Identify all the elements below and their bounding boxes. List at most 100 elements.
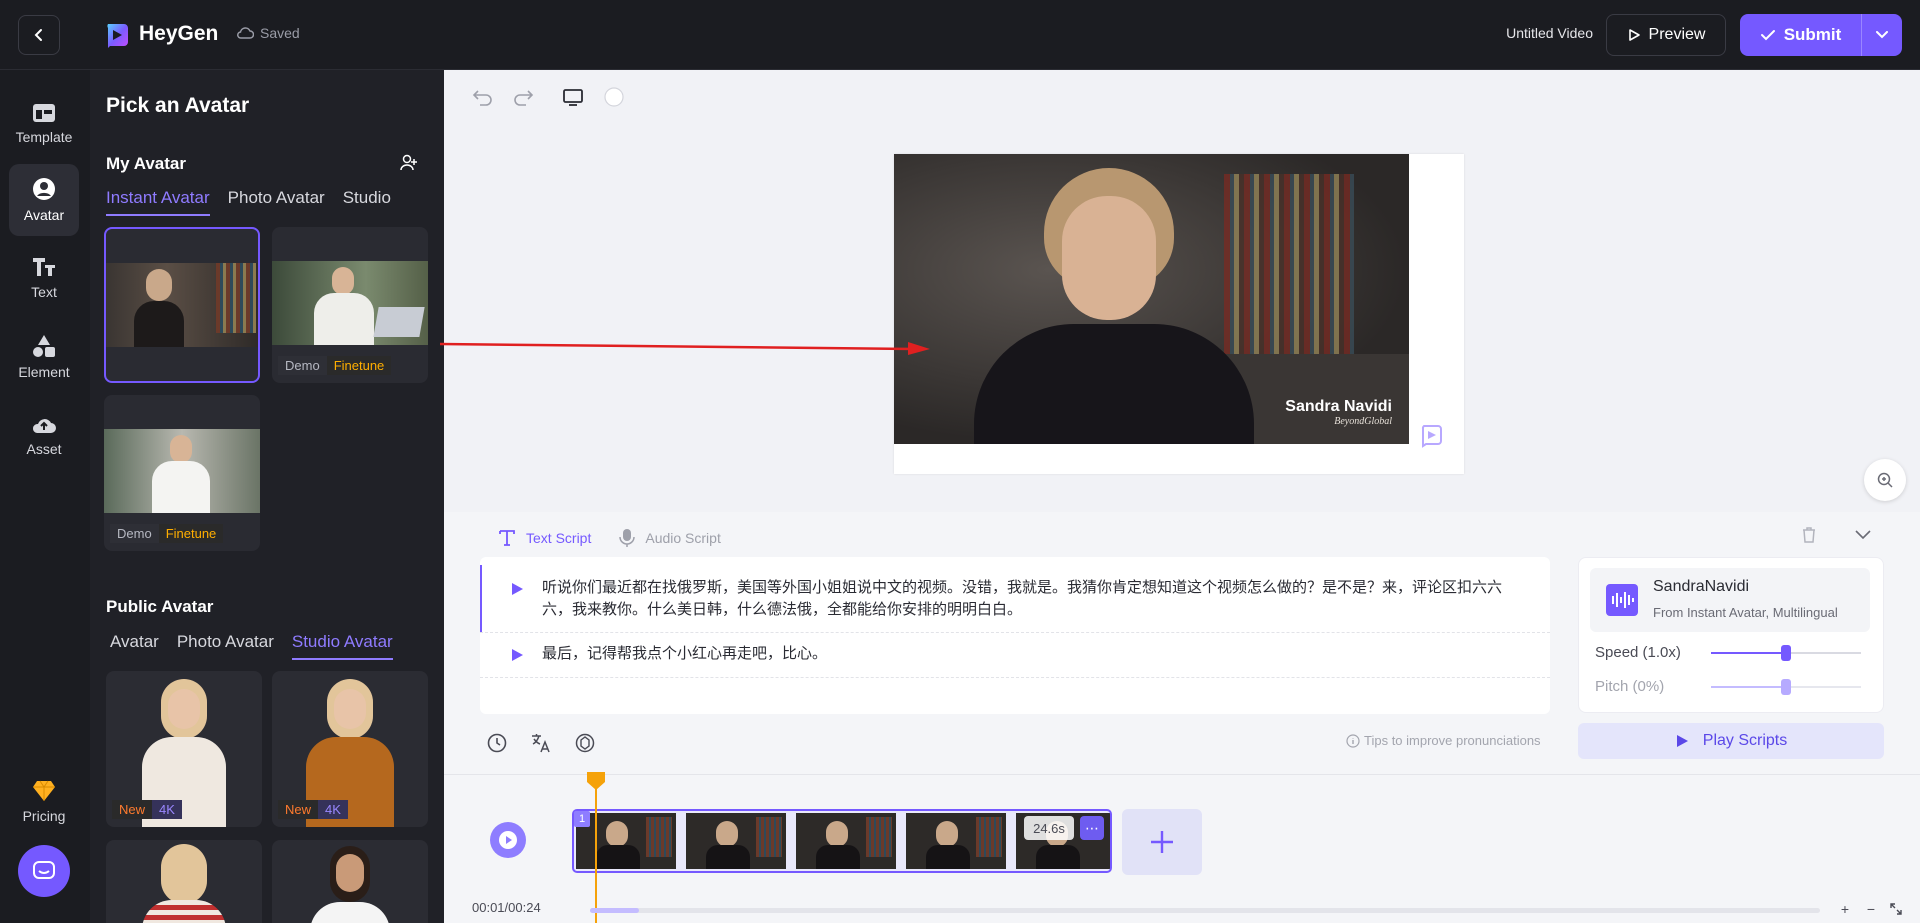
demo-tag: Demo [278, 356, 327, 375]
new-tag: New [278, 800, 319, 819]
video-title[interactable]: Untitled Video [1480, 25, 1593, 41]
avatar-thumbnail [272, 261, 428, 345]
timeline-zoom-out-button[interactable]: − [1864, 901, 1878, 917]
submit-label: Submit [1783, 25, 1842, 44]
finetune-tag: Finetune [158, 524, 224, 543]
public-avatar-card-1[interactable]: New 4K [106, 671, 262, 827]
submit-dropdown-button[interactable] [1862, 14, 1902, 56]
submit-button-group: Submit [1740, 14, 1902, 56]
aspect-ratio-icon[interactable] [562, 86, 584, 108]
script-line[interactable]: 听说你们最近都在找俄罗斯，美国等外国小姐姐说中文的视频。没错，我就是。我猜你肯定… [480, 577, 1550, 621]
text-icon [33, 258, 55, 276]
fit-icon[interactable] [1890, 903, 1902, 915]
trash-icon[interactable] [1801, 526, 1817, 544]
pitch-knob[interactable] [1781, 679, 1791, 695]
play-icon [1676, 735, 1688, 747]
rail-item-template[interactable]: Template [9, 88, 79, 160]
rail-label: Avatar [23, 207, 65, 223]
public-avatar-card-4[interactable] [272, 840, 428, 923]
redo-icon[interactable] [512, 86, 534, 108]
scene-more-button[interactable]: ⋯ [1080, 816, 1104, 840]
tab-audio-script[interactable]: Audio Script [609, 520, 730, 556]
translate-icon[interactable] [530, 732, 552, 754]
submit-button[interactable]: Submit [1740, 14, 1861, 56]
heygen-logo [107, 24, 128, 48]
rail-item-avatar[interactable]: Avatar [9, 164, 79, 236]
speed-knob[interactable] [1781, 645, 1791, 661]
timecode: 00:01/00:24 [472, 900, 541, 915]
clock-icon[interactable] [486, 732, 508, 754]
play-line-icon[interactable] [510, 648, 524, 662]
pronunciation-tips[interactable]: Tips to improve pronunciations [1346, 733, 1541, 748]
public-avatar-card-2[interactable]: New 4K [272, 671, 428, 827]
save-status: Saved [236, 25, 300, 41]
undo-icon[interactable] [472, 86, 494, 108]
rail-item-asset[interactable]: Asset [9, 400, 79, 472]
tab-studio[interactable]: Studio [343, 188, 391, 216]
script-line[interactable]: 最后，记得帮我点个小红心再走吧，比心。 [480, 643, 1550, 665]
public-avatar-heading: Public Avatar [106, 597, 214, 616]
panel-title: Pick an Avatar [106, 94, 250, 117]
my-avatar-tabs: Instant Avatar Photo Avatar Studio [106, 188, 422, 216]
rail-label: Pricing [22, 808, 66, 824]
avatar-card-demo-2[interactable]: Demo Finetune [104, 395, 260, 551]
finetune-tag: Finetune [326, 356, 392, 375]
lower-third-name: Sandra Navidi [1285, 398, 1392, 415]
chevron-down-icon[interactable] [1855, 530, 1871, 540]
background-color-icon[interactable] [603, 86, 625, 108]
4k-tag: 4K [152, 800, 182, 819]
rail-item-pricing[interactable]: Pricing [9, 766, 79, 838]
chat-icon [33, 861, 55, 879]
timeline-zoom-in-button[interactable]: + [1838, 901, 1852, 917]
rail-item-element[interactable]: Element [9, 321, 79, 393]
voice-name: SandraNavidi [1653, 578, 1750, 595]
scrub-bar[interactable] [590, 908, 1820, 913]
tag-row: New 4K [112, 800, 182, 819]
clip-frame [906, 813, 1006, 869]
voice-source: From Instant Avatar, Multilingual [1653, 605, 1838, 620]
avatar-card-sandra[interactable] [104, 227, 260, 383]
avatar-video-frame[interactable]: Sandra Navidi BeyondGlobal [894, 154, 1409, 444]
pitch-slider[interactable] [1711, 679, 1861, 695]
ai-assistant-icon[interactable] [574, 732, 596, 754]
zoom-button[interactable] [1864, 459, 1906, 501]
add-scene-button[interactable] [1122, 809, 1202, 875]
timeline-play-button[interactable] [490, 822, 526, 858]
tag-row: Demo Finetune [278, 356, 392, 375]
play-icon [499, 831, 517, 849]
back-button[interactable] [18, 15, 60, 55]
script-line-text: 听说你们最近都在找俄罗斯，美国等外国小姐姐说中文的视频。没错，我就是。我猜你肯定… [542, 579, 1503, 618]
play-line-icon[interactable] [510, 582, 524, 596]
rail-label: Text [31, 284, 57, 300]
playhead[interactable] [586, 772, 606, 923]
tab-studio-avatar[interactable]: Studio Avatar [291, 632, 393, 660]
public-avatar-card-3[interactable] [106, 840, 262, 923]
preview-button[interactable]: Preview [1606, 14, 1726, 56]
avatar-thumbnail [104, 429, 260, 513]
rail-label: Template [15, 129, 73, 145]
tab-avatar[interactable]: Avatar [110, 632, 159, 660]
add-user-icon[interactable] [400, 153, 418, 171]
annotation-arrow [440, 342, 930, 355]
tab-instant-avatar[interactable]: Instant Avatar [106, 188, 210, 216]
script-editor[interactable]: 听说你们最近都在找俄罗斯，美国等外国小姐姐说中文的视频。没错，我就是。我猜你肯定… [480, 557, 1550, 714]
lower-third: Sandra Navidi BeyondGlobal [1272, 398, 1392, 427]
new-tag: New [112, 800, 153, 819]
tab-text-script[interactable]: Text Script [488, 520, 601, 556]
speed-fill [1711, 652, 1786, 654]
chevron-left-icon [34, 29, 42, 41]
rail-item-text[interactable]: Text [9, 242, 79, 314]
play-outline-icon [1628, 29, 1640, 41]
plus-icon [1151, 831, 1173, 853]
tips-label: Tips to improve pronunciations [1364, 733, 1541, 748]
template-icon [33, 104, 55, 122]
avatar-card-demo-1[interactable]: Demo Finetune [272, 227, 428, 383]
speed-slider[interactable] [1711, 645, 1861, 661]
tab-photo-avatar[interactable]: Photo Avatar [228, 188, 325, 216]
tab-label: Text Script [526, 530, 592, 546]
help-chat-button[interactable] [18, 845, 70, 897]
asset-icon [32, 419, 56, 433]
play-scripts-button[interactable]: Play Scripts [1578, 723, 1884, 759]
tab-photo-avatar[interactable]: Photo Avatar [177, 632, 274, 660]
4k-tag: 4K [318, 800, 348, 819]
